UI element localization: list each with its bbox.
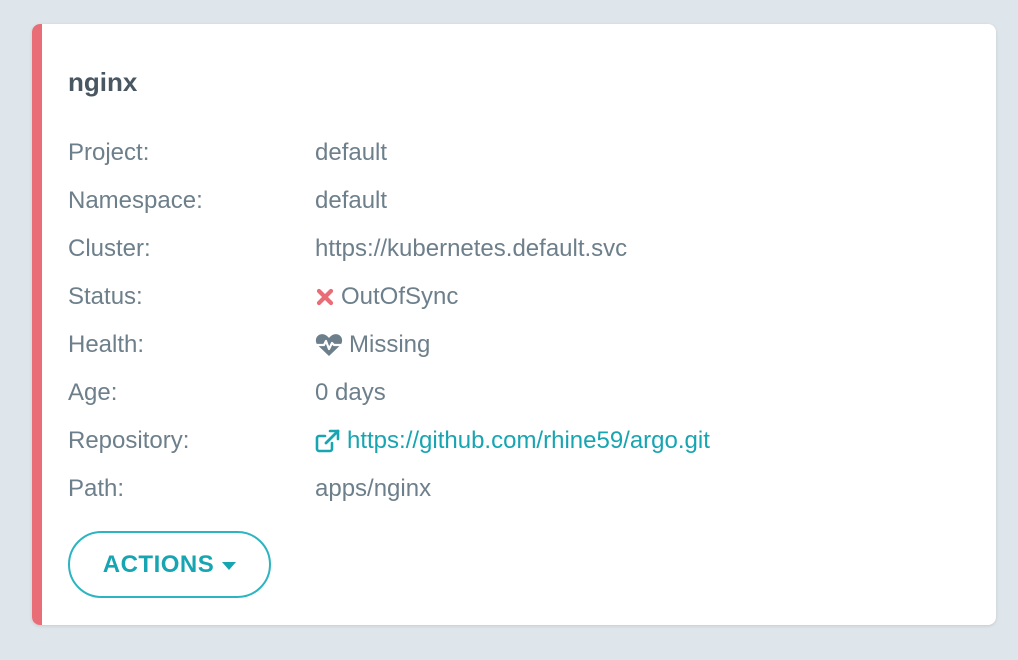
path-value: apps/nginx — [315, 475, 432, 502]
app-details: Project: default Namespace: default Clus… — [68, 129, 968, 513]
project-label: Project: — [68, 139, 150, 166]
times-icon — [315, 287, 335, 307]
age-value: 0 days — [315, 379, 386, 406]
namespace-label: Namespace: — [68, 187, 203, 214]
external-link-icon — [315, 429, 341, 453]
health-value: Missing — [349, 331, 431, 358]
row-cluster: Cluster: https://kubernetes.default.svc — [68, 225, 968, 273]
repository-link[interactable]: https://github.com/rhine59/argo.git — [315, 427, 710, 455]
project-value: default — [315, 139, 388, 166]
status-label: Status: — [68, 283, 143, 310]
repository-url: https://github.com/rhine59/argo.git — [347, 427, 710, 454]
row-status: Status: OutOfSync — [68, 273, 968, 321]
path-label: Path: — [68, 475, 125, 502]
actions-label: ACTIONS — [102, 550, 215, 578]
application-card[interactable]: nginx Project: default Namespace: defaul… — [32, 24, 996, 625]
namespace-value: default — [315, 187, 388, 214]
status-value-wrap: OutOfSync — [315, 283, 458, 311]
cluster-value: https://kubernetes.default.svc — [315, 235, 628, 262]
row-health: Health: Missing — [68, 321, 968, 369]
health-value-wrap: Missing — [315, 331, 430, 359]
age-label: Age: — [68, 379, 118, 406]
cluster-label: Cluster: — [68, 235, 151, 262]
row-age: Age: 0 days — [68, 369, 968, 417]
status-value: OutOfSync — [341, 283, 459, 310]
row-path: Path: apps/nginx — [68, 465, 968, 513]
app-name: nginx — [68, 67, 138, 97]
row-namespace: Namespace: default — [68, 177, 968, 225]
actions-button[interactable]: ACTIONS — [68, 531, 271, 598]
status-stripe — [32, 24, 42, 625]
repository-label: Repository: — [68, 427, 190, 454]
caret-down-icon — [222, 561, 237, 570]
heartbeat-icon — [315, 333, 343, 357]
repository-value-wrap: https://github.com/rhine59/argo.git — [315, 427, 710, 455]
health-label: Health: — [68, 331, 145, 358]
row-project: Project: default — [68, 129, 968, 177]
row-repository: Repository: https://github.com/rhine59/a… — [68, 417, 968, 465]
